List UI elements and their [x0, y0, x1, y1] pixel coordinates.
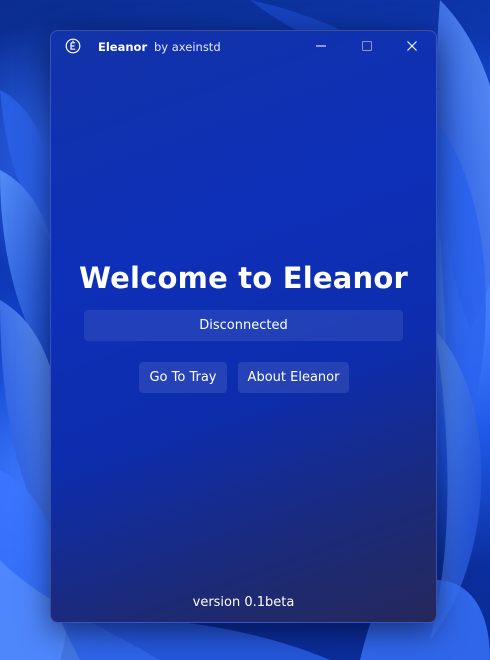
- maximize-button[interactable]: [344, 31, 390, 61]
- minimize-icon: [316, 45, 326, 47]
- maximize-icon: [362, 41, 372, 51]
- window-subtitle: by axeinstd: [154, 40, 221, 54]
- about-eleanor-label: About Eleanor: [247, 370, 340, 385]
- window-title: Eleanor: [98, 40, 148, 54]
- close-icon: [407, 41, 417, 51]
- version-label: version 0.1beta: [192, 595, 295, 610]
- eleanor-logo-icon: [65, 38, 81, 54]
- title-bar[interactable]: Eleanor by axeinstd: [51, 31, 436, 63]
- minimize-button[interactable]: [298, 31, 344, 61]
- connection-status: Disconnected: [84, 310, 403, 341]
- go-to-tray-button[interactable]: Go To Tray: [139, 362, 227, 393]
- connection-status-label: Disconnected: [199, 318, 288, 333]
- about-eleanor-button[interactable]: About Eleanor: [238, 362, 349, 393]
- welcome-heading: Welcome to Eleanor: [78, 261, 408, 295]
- app-window: Eleanor by axeinstd Welcome to Eleanor D…: [50, 30, 437, 623]
- go-to-tray-label: Go To Tray: [149, 370, 217, 385]
- close-button[interactable]: [389, 31, 435, 61]
